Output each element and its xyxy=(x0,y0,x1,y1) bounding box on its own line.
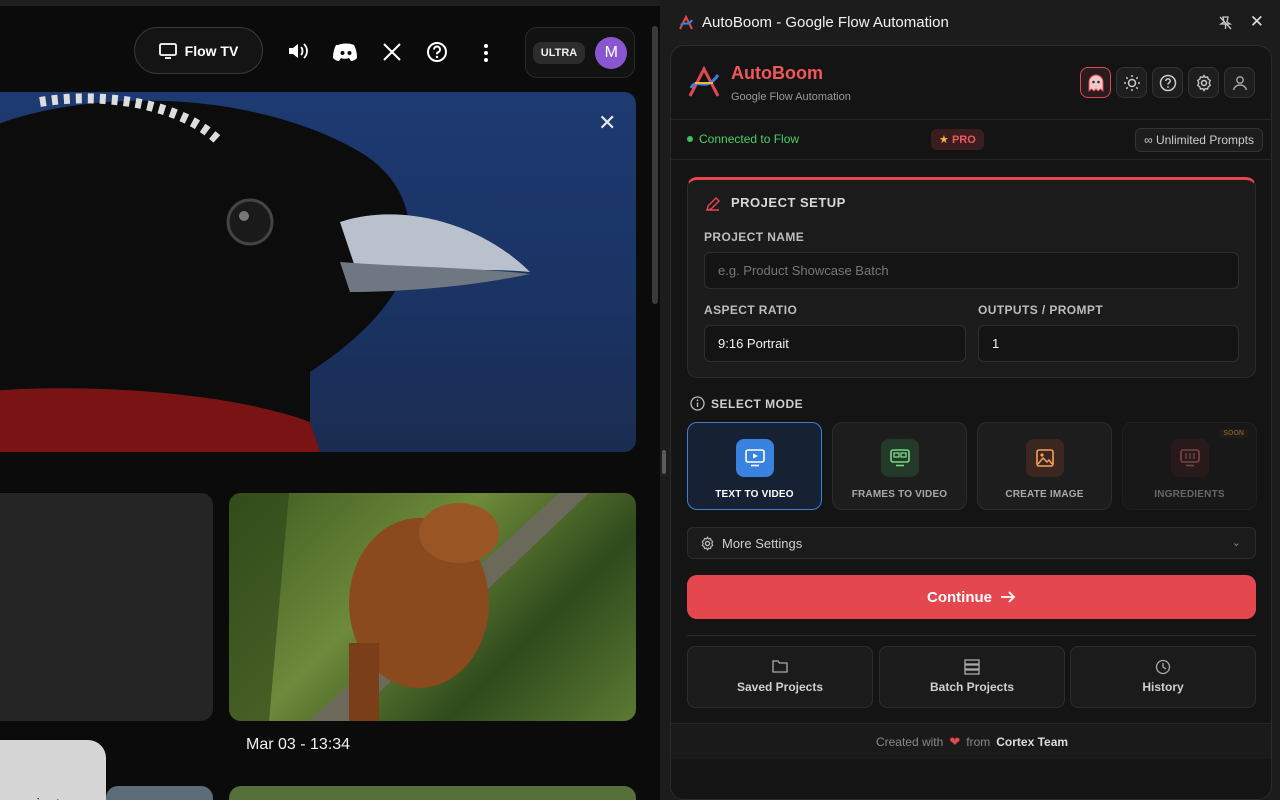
panel-body: AutoBoom Google Flow Automation Connecte… xyxy=(670,45,1272,800)
mode-label: CREATE IMAGE xyxy=(1005,489,1084,500)
project-card[interactable] xyxy=(229,786,636,800)
help-button[interactable] xyxy=(1152,67,1183,98)
arrow-right-icon xyxy=(1001,591,1016,603)
ghost-mode-button[interactable] xyxy=(1080,67,1111,98)
project-setup-card: PROJECT SETUP PROJECT NAME e.g. Product … xyxy=(687,177,1256,378)
scrollbar[interactable] xyxy=(652,26,658,304)
settings-button[interactable] xyxy=(1188,67,1219,98)
flow-page: Flow TV ULTRA M ✕ Mar 03 - 13:34 xyxy=(0,0,660,800)
volume-icon[interactable] xyxy=(287,41,309,61)
panel-bottom xyxy=(671,759,1271,799)
card-date: Mar 03 - 13:34 xyxy=(246,736,351,753)
user-icon xyxy=(1232,75,1247,90)
divider xyxy=(687,635,1256,636)
new-project-button[interactable]: w project xyxy=(0,740,106,800)
status-bar: Connected to Flow ★ PRO ∞ Unlimited Prom… xyxy=(671,120,1271,160)
hero-image xyxy=(0,92,636,452)
credits-pre: Created with xyxy=(875,734,944,749)
continue-label: Continue xyxy=(927,588,992,606)
more-settings-label: More Settings xyxy=(722,535,803,551)
window-title: AutoBoom - Google Flow Automation xyxy=(702,14,949,31)
prompts-badge: ∞ Unlimited Prompts xyxy=(1135,128,1263,152)
plan-badge-label: PRO xyxy=(951,134,976,146)
project-name-input[interactable]: e.g. Product Showcase Batch xyxy=(704,252,1239,289)
resize-handle[interactable] xyxy=(662,450,666,474)
history-button[interactable]: History xyxy=(1070,646,1256,708)
image-icon xyxy=(1025,439,1064,477)
flow-tv-label: Flow TV xyxy=(184,42,239,59)
frames-icon xyxy=(880,439,919,477)
pin-icon[interactable] xyxy=(1218,16,1233,33)
select-mode-title: SELECT MODE xyxy=(711,397,804,411)
panel-header: AutoBoom Google Flow Automation xyxy=(671,46,1271,120)
gear-icon xyxy=(1196,73,1211,92)
plan-badge: ★ PRO xyxy=(931,129,984,150)
mode-label: INGREDIENTS xyxy=(1154,489,1225,500)
more-vert-icon[interactable] xyxy=(482,43,490,63)
flow-tv-button[interactable]: Flow TV xyxy=(134,27,263,74)
saved-projects-label: Saved Projects xyxy=(736,680,824,694)
text-to-video-icon xyxy=(735,439,774,477)
autoboom-panel: AutoBoom - Google Flow Automation ✕ Auto… xyxy=(670,0,1280,800)
star-icon: ★ xyxy=(939,134,949,146)
aspect-ratio-label: ASPECT RATIO xyxy=(704,303,798,317)
panel-titlebar: AutoBoom - Google Flow Automation xyxy=(670,0,1280,45)
connection-status-label: Connected to Flow xyxy=(699,132,800,146)
brand-name: AutoBoom xyxy=(731,63,823,83)
soon-badge: SOON xyxy=(1219,429,1248,438)
autoboom-logo-icon xyxy=(688,66,720,97)
project-card-thumbnail[interactable] xyxy=(229,493,636,721)
mode-ingredients: SOON INGREDIENTS xyxy=(1122,422,1257,510)
more-settings-toggle[interactable]: More Settings ⌄ xyxy=(687,527,1256,559)
continue-button[interactable]: Continue xyxy=(687,575,1256,619)
account-button[interactable] xyxy=(1224,67,1255,98)
project-card[interactable] xyxy=(0,493,213,721)
help-icon[interactable] xyxy=(426,41,448,63)
clock-icon xyxy=(1071,659,1255,677)
connection-status: Connected to Flow xyxy=(687,132,799,146)
help-circle-icon xyxy=(1159,74,1176,91)
gear-icon xyxy=(701,536,714,551)
project-name-label: PROJECT NAME xyxy=(704,230,805,244)
sun-icon xyxy=(1123,74,1140,91)
tv-icon xyxy=(158,42,177,59)
saved-projects-button[interactable]: Saved Projects xyxy=(687,646,873,708)
theme-toggle-button[interactable] xyxy=(1116,67,1147,98)
mode-text-to-video[interactable]: TEXT TO VIDEO xyxy=(687,422,822,510)
history-label: History xyxy=(1142,680,1184,694)
project-card[interactable] xyxy=(106,786,213,800)
mode-label: TEXT TO VIDEO xyxy=(715,489,794,500)
credits-mid: from xyxy=(966,734,991,749)
credits-team[interactable]: Cortex Team xyxy=(996,735,1068,749)
outputs-label: OUTPUTS / PROMPT xyxy=(978,303,1104,317)
x-twitter-icon[interactable] xyxy=(382,42,402,62)
status-dot-icon xyxy=(687,136,693,142)
layers-icon xyxy=(880,659,1064,677)
mode-frames-to-video[interactable]: FRAMES TO VIDEO xyxy=(832,422,967,510)
panel-divider xyxy=(660,0,670,800)
close-icon[interactable]: ✕ xyxy=(598,110,616,136)
project-setup-title: PROJECT SETUP xyxy=(731,195,846,210)
brand-subtitle: Google Flow Automation xyxy=(731,91,851,103)
pencil-icon xyxy=(706,197,720,211)
ghost-icon xyxy=(1088,74,1103,92)
batch-projects-button[interactable]: Batch Projects xyxy=(879,646,1065,708)
mode-create-image[interactable]: CREATE IMAGE xyxy=(977,422,1112,510)
ingredients-icon xyxy=(1170,439,1209,477)
batch-projects-label: Batch Projects xyxy=(929,680,1015,694)
info-icon xyxy=(690,396,705,411)
close-panel-icon[interactable]: ✕ xyxy=(1250,12,1264,32)
heart-icon: ❤ xyxy=(949,733,961,749)
avatar[interactable]: M xyxy=(595,36,628,69)
aspect-ratio-select[interactable]: 9:16 Portrait xyxy=(704,325,966,362)
chevron-down-icon: ⌄ xyxy=(1231,537,1241,549)
outputs-input[interactable]: 1 xyxy=(978,325,1239,362)
mode-label: FRAMES TO VIDEO xyxy=(851,489,948,500)
discord-icon[interactable] xyxy=(333,42,359,62)
autoboom-logo-small-icon xyxy=(679,14,693,29)
account-chip[interactable]: ULTRA M xyxy=(525,27,635,78)
folder-icon xyxy=(688,659,872,677)
credits: Created with ❤ from Cortex Team xyxy=(671,723,1271,759)
ultra-badge: ULTRA xyxy=(532,41,586,64)
